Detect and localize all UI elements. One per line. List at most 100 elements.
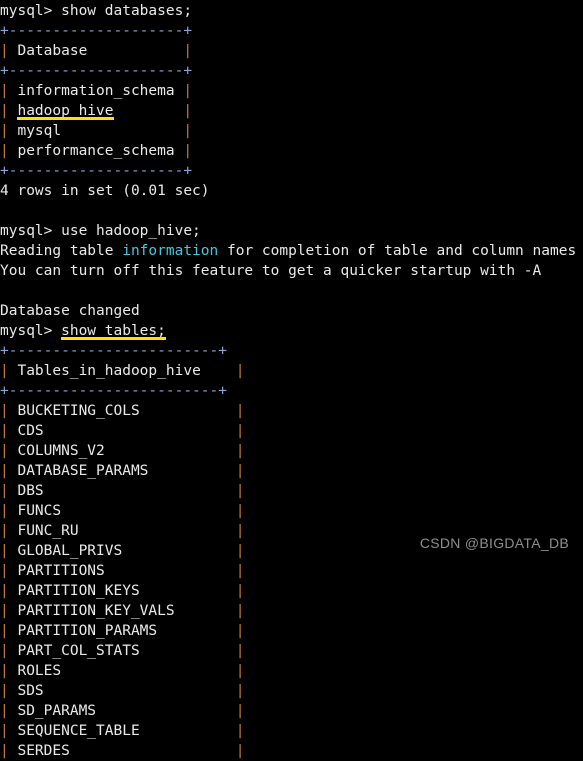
table-pipe-left: | (0, 583, 9, 599)
tbl-row-1: | BUCKETING_COLS | (0, 401, 576, 421)
table-pipe-right: | (235, 723, 245, 739)
tbl-border-mid: +------------------------+ (0, 381, 576, 401)
cell-padding (96, 703, 236, 719)
cell-value: SEQUENCE_TABLE (17, 723, 140, 739)
cell-value: DBS (17, 483, 44, 499)
table-pipe-left: | (0, 623, 9, 639)
cell-padding (105, 563, 236, 579)
command-text: use hadoop_hive; (61, 223, 201, 239)
table-pipe-right: | (235, 423, 245, 439)
cell-leading-space (9, 643, 18, 659)
table-pipe-left: | (0, 43, 9, 59)
cell-value: performance_schema (17, 143, 175, 159)
table-pipe-left: | (0, 483, 9, 499)
table-pipe-left: | (0, 83, 9, 99)
cell-value: CDS (17, 423, 44, 439)
command-text-highlighted: show tables; (61, 323, 166, 339)
cell-value: Tables_in_hadoop_hive (17, 363, 201, 379)
cell-padding (140, 403, 236, 419)
cell-leading-space (9, 583, 18, 599)
cell-value: SD_PARAMS (17, 703, 97, 719)
db-border-mid: +--------------------+ (0, 61, 576, 81)
table-pipe-right: | (235, 523, 245, 539)
cell-leading-space (9, 723, 18, 739)
table-pipe-left: | (0, 503, 9, 519)
shell-prompt: mysql> (0, 3, 62, 19)
table-corner-left: + (0, 343, 9, 359)
output-text: You can turn off this feature to get a q… (0, 263, 542, 279)
notice-reading-table: Reading table information for completion… (0, 241, 576, 261)
table-pipe-right: | (183, 103, 193, 119)
tbl-row-17: | SEQUENCE_TABLE | (0, 721, 576, 741)
tbl-row-6: | FUNCS | (0, 501, 576, 521)
cell-leading-space (9, 663, 18, 679)
cell-padding (105, 443, 236, 459)
blank-2 (0, 281, 576, 301)
cell-padding (175, 603, 236, 619)
cell-value: PARTITION_KEYS (17, 583, 140, 599)
cell-padding (61, 663, 236, 679)
cell-value: PARTITION_KEY_VALS (17, 603, 175, 619)
table-pipe-right: | (235, 483, 245, 499)
tbl-row-10: | PARTITION_KEYS | (0, 581, 576, 601)
cell-value: PARTITION_PARAMS (17, 623, 158, 639)
tbl-row-5: | DBS | (0, 481, 576, 501)
cell-value: SDS (17, 683, 44, 699)
cell-value: DATABASE_PARAMS (17, 463, 149, 479)
cell-padding (201, 363, 236, 379)
db-border-bottom: +--------------------+ (0, 161, 576, 181)
table-corner-right: + (183, 63, 193, 79)
table-pipe-left: | (0, 663, 9, 679)
tbl-header-row: | Tables_in_hadoop_hive | (0, 361, 576, 381)
cell-value: mysql (17, 123, 62, 139)
cell-leading-space (9, 683, 18, 699)
tbl-row-16: | SD_PARAMS | (0, 701, 576, 721)
cell-value: SERDES (17, 743, 70, 759)
table-horizontal-rule: -------------------- (8, 163, 184, 179)
table-corner-right: + (218, 383, 227, 399)
cell-value: information_schema (17, 83, 175, 99)
cmd-show-tables[interactable]: mysql> show tables; (0, 321, 576, 341)
table-pipe-left: | (0, 443, 9, 459)
watermark-label: CSDN @BIGDATA_DB (419, 535, 569, 551)
cmd-show-databases[interactable]: mysql> show databases; (0, 1, 576, 21)
table-pipe-left: | (0, 403, 9, 419)
tbl-border-top: +------------------------+ (0, 341, 576, 361)
table-pipe-left: | (0, 743, 9, 759)
db-row-2: | hadoop_hive | (0, 101, 576, 121)
table-pipe-left: | (0, 723, 9, 739)
db-header-row: | Database | (0, 41, 576, 61)
table-pipe-right: | (235, 403, 245, 419)
tbl-row-11: | PARTITION_KEY_VALS | (0, 601, 576, 621)
cmd-use-db[interactable]: mysql> use hadoop_hive; (0, 221, 576, 241)
cell-padding (70, 743, 236, 759)
table-pipe-right: | (235, 583, 245, 599)
table-pipe-right: | (235, 563, 245, 579)
table-pipe-right: | (235, 743, 245, 759)
cell-value: PARTITIONS (17, 563, 105, 579)
tbl-row-15: | SDS | (0, 681, 576, 701)
cell-padding (122, 543, 236, 559)
cell-value-highlighted: hadoop_hive (17, 103, 114, 119)
cell-padding (114, 103, 184, 119)
cell-padding (44, 483, 236, 499)
table-corner-left: + (0, 23, 9, 39)
shell-prompt: mysql> (0, 323, 62, 339)
cell-padding (140, 583, 236, 599)
table-pipe-right: | (183, 43, 193, 59)
table-horizontal-rule: ------------------------ (8, 343, 219, 359)
cell-leading-space (9, 623, 18, 639)
table-pipe-left: | (0, 103, 9, 119)
notice-text-emphasis: information (122, 243, 219, 259)
table-pipe-right: | (235, 463, 245, 479)
output-text: Database changed (0, 303, 140, 319)
table-pipe-left: | (0, 363, 9, 379)
table-pipe-right: | (235, 443, 245, 459)
tbl-row-13: | PART_COL_STATS | (0, 641, 576, 661)
table-corner-left: + (0, 383, 9, 399)
cell-leading-space (9, 603, 18, 619)
terminal-window[interactable]: mysql> show databases; +-----------------… (0, 0, 583, 759)
tbl-row-12: | PARTITION_PARAMS | (0, 621, 576, 641)
table-pipe-left: | (0, 143, 9, 159)
table-horizontal-rule: -------------------- (8, 23, 184, 39)
